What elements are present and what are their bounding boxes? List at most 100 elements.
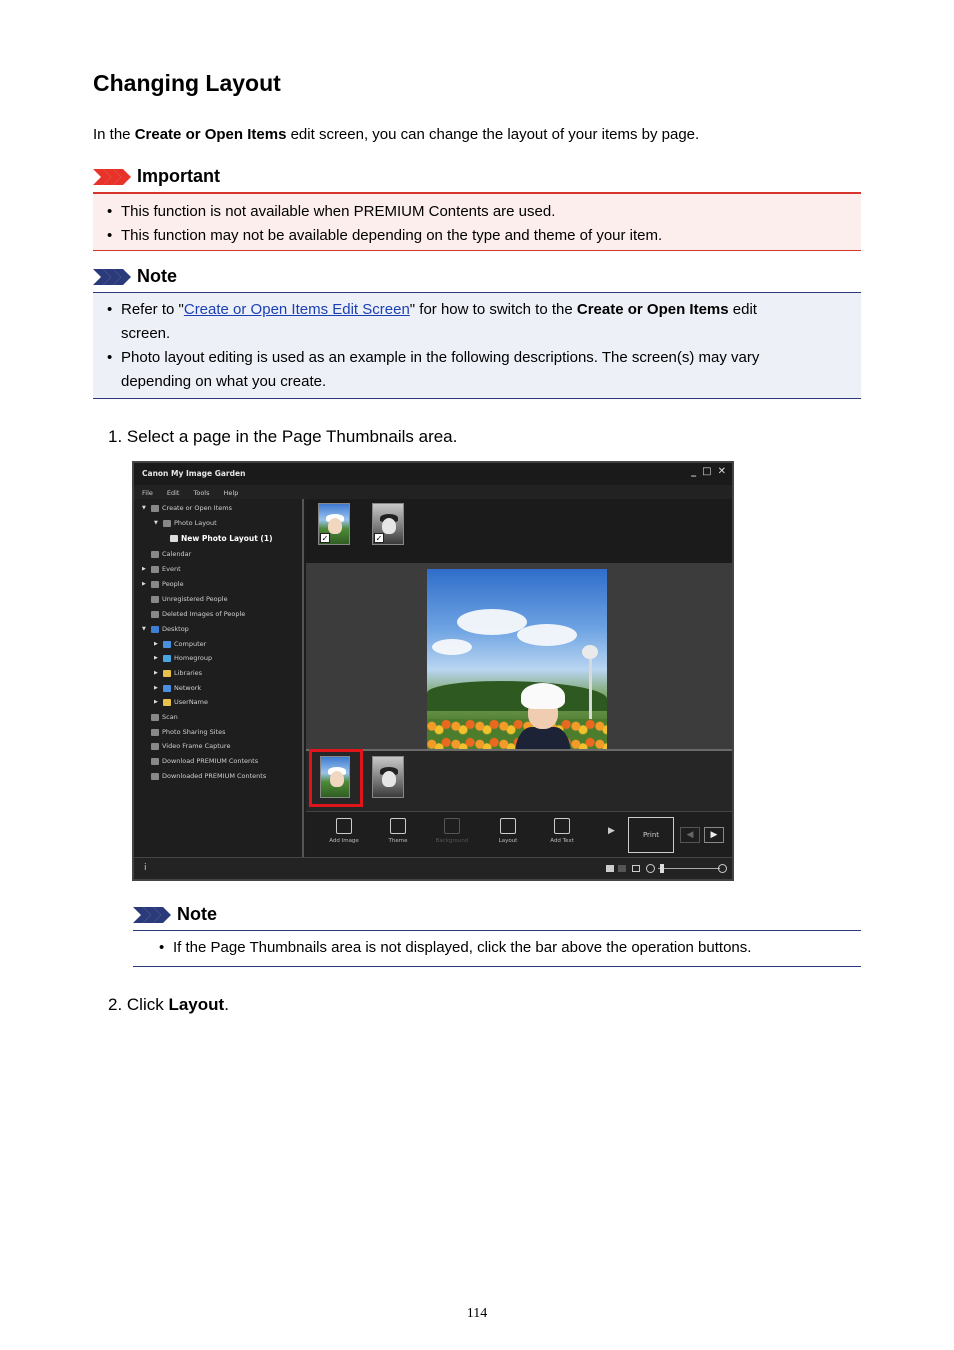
calendar-icon <box>151 550 159 558</box>
step-text: 2. Click <box>108 995 169 1014</box>
tree-item-create-open-items[interactable]: ▼ Create or Open Items <box>142 504 232 512</box>
note-chevron-icon <box>93 268 131 285</box>
tree-label: Create or Open Items <box>162 504 232 512</box>
intro-text-end: edit screen, you can change the layout o… <box>286 126 700 143</box>
tree-item-people[interactable]: ▶ People <box>142 580 184 588</box>
thumb-face <box>382 518 396 534</box>
tree-item-network[interactable]: ▶ Network <box>154 684 201 692</box>
note-item: Photo layout editing is used as an examp… <box>107 346 861 394</box>
tree-item-new-photo-layout[interactable]: New Photo Layout (1) <box>170 534 273 543</box>
thumb-face <box>328 518 342 534</box>
tree-item-calendar[interactable]: Calendar <box>142 550 191 558</box>
background-button[interactable]: Background <box>430 818 474 844</box>
note-bold-term: Create or Open Items <box>576 301 729 318</box>
tree-item-libraries[interactable]: ▶ Libraries <box>154 669 202 677</box>
view-mode-icon[interactable] <box>618 865 626 872</box>
zoom-slider[interactable] <box>658 868 720 869</box>
tree-item-video-frame[interactable]: Video Frame Capture <box>142 742 230 750</box>
note-label: Note <box>177 904 217 924</box>
page-thumbnail-2[interactable] <box>372 756 404 798</box>
checkbox-icon[interactable]: ✓ <box>320 533 330 543</box>
important-item: This function is not available when PREM… <box>107 200 861 224</box>
theme-button[interactable]: Theme <box>376 818 420 844</box>
unregistered-people-icon <box>151 595 159 603</box>
tree-item-downloaded-premium[interactable]: Downloaded PREMIUM Contents <box>142 772 266 780</box>
user-folder-icon <box>163 698 171 706</box>
image-thumbnail[interactable]: ✓ <box>372 503 404 545</box>
tree-twisty: ▶ <box>154 641 158 647</box>
add-text-button[interactable]: Add Text <box>540 818 584 844</box>
tree-label: People <box>162 580 184 588</box>
download-icon <box>151 757 159 765</box>
operation-buttons: Add Image Theme Background Layout Add Te… <box>306 811 732 857</box>
note-text: depending on what you create. <box>121 373 327 390</box>
layout-button[interactable]: Layout <box>486 818 530 844</box>
note-header-2: Note <box>133 904 217 925</box>
tree-label: Desktop <box>162 625 189 633</box>
print-button[interactable]: Print <box>628 817 674 853</box>
important-label: Important <box>137 166 220 186</box>
tree-item-photo-layout[interactable]: ▼ Photo Layout <box>154 519 217 527</box>
cloud <box>517 624 577 646</box>
tree-item-homegroup[interactable]: ▶ Homegroup <box>154 654 212 662</box>
image-thumbnail[interactable]: ✓ <box>318 503 350 545</box>
tree-item-desktop[interactable]: ▼ Desktop <box>142 625 189 633</box>
tree-item-unregistered-people[interactable]: Unregistered People <box>142 595 228 603</box>
note-label: Note <box>137 266 177 286</box>
create-open-items-link[interactable]: Create or Open Items Edit Screen <box>184 301 410 318</box>
add-image-button[interactable]: Add Image <box>322 818 366 844</box>
tree-item-username[interactable]: ▶ UserName <box>154 698 208 706</box>
op-label: Layout <box>498 838 518 844</box>
minimize-icon[interactable]: _ <box>691 466 696 477</box>
tree-twisty: ▶ <box>142 581 146 587</box>
tree-item-deleted-people[interactable]: Deleted Images of People <box>142 610 245 618</box>
tree-twisty: ▶ <box>154 670 158 676</box>
expand-arrow-icon[interactable]: ▶ <box>608 826 615 836</box>
note-chevron-icon <box>133 906 171 923</box>
add-text-icon <box>554 818 570 834</box>
tree-item-photo-sharing[interactable]: Photo Sharing Sites <box>142 728 226 736</box>
next-page-icon[interactable]: ▶ <box>704 827 724 843</box>
network-icon <box>163 684 171 692</box>
important-box: This function is not available when PREM… <box>93 192 861 251</box>
tree-item-event[interactable]: ▶ Event <box>142 565 181 573</box>
tree-label: Computer <box>174 640 207 648</box>
op-label: Background <box>435 838 469 844</box>
tree-item-scan[interactable]: Scan <box>142 713 178 721</box>
maximize-icon[interactable]: □ <box>702 466 711 477</box>
tree-label: Download PREMIUM Contents <box>162 757 259 765</box>
trees <box>427 681 607 711</box>
deleted-people-icon <box>151 610 159 618</box>
app-title: Canon My Image Garden <box>142 469 246 478</box>
sign <box>582 645 598 659</box>
tree-label: Video Frame Capture <box>162 742 231 750</box>
previous-page-icon[interactable]: ◀ <box>680 827 700 843</box>
global-menu-sidebar: ▼ Create or Open Items ▼ Photo Layout New … <box>134 499 304 857</box>
menu-edit[interactable]: Edit <box>167 489 180 499</box>
zoom-slider-handle[interactable] <box>660 864 664 873</box>
menu-tools[interactable]: Tools <box>193 489 209 499</box>
menu-file[interactable]: File <box>142 489 153 499</box>
checkbox-icon[interactable]: ✓ <box>374 533 384 543</box>
step-1: 1. Select a page in the Page Thumbnails … <box>108 427 458 446</box>
window-controls: _ □ ✕ <box>691 466 726 477</box>
photo-layout-icon <box>163 519 171 527</box>
information-icon[interactable]: i <box>144 863 147 873</box>
page-thumbnail-1[interactable] <box>320 756 350 798</box>
intro-text: In the <box>93 126 135 143</box>
menu-help[interactable]: Help <box>224 489 239 499</box>
add-image-icon <box>336 818 352 834</box>
close-icon[interactable]: ✕ <box>718 466 726 477</box>
libraries-icon <box>163 669 171 677</box>
tree-item-computer[interactable]: ▶ Computer <box>154 640 206 648</box>
edit-area[interactable] <box>306 563 732 809</box>
note-text: " for how to switch to the <box>409 301 577 318</box>
zoom-in-icon[interactable] <box>718 864 727 873</box>
op-label: Add Image <box>329 838 359 844</box>
zoom-out-icon[interactable] <box>646 864 655 873</box>
cloud <box>457 609 527 635</box>
tree-item-download-premium[interactable]: Download PREMIUM Contents <box>142 757 258 765</box>
image-thumbnails-area: ✓ ✓ <box>306 499 732 563</box>
fit-icon[interactable] <box>632 865 640 872</box>
view-mode-icon[interactable] <box>606 865 614 872</box>
